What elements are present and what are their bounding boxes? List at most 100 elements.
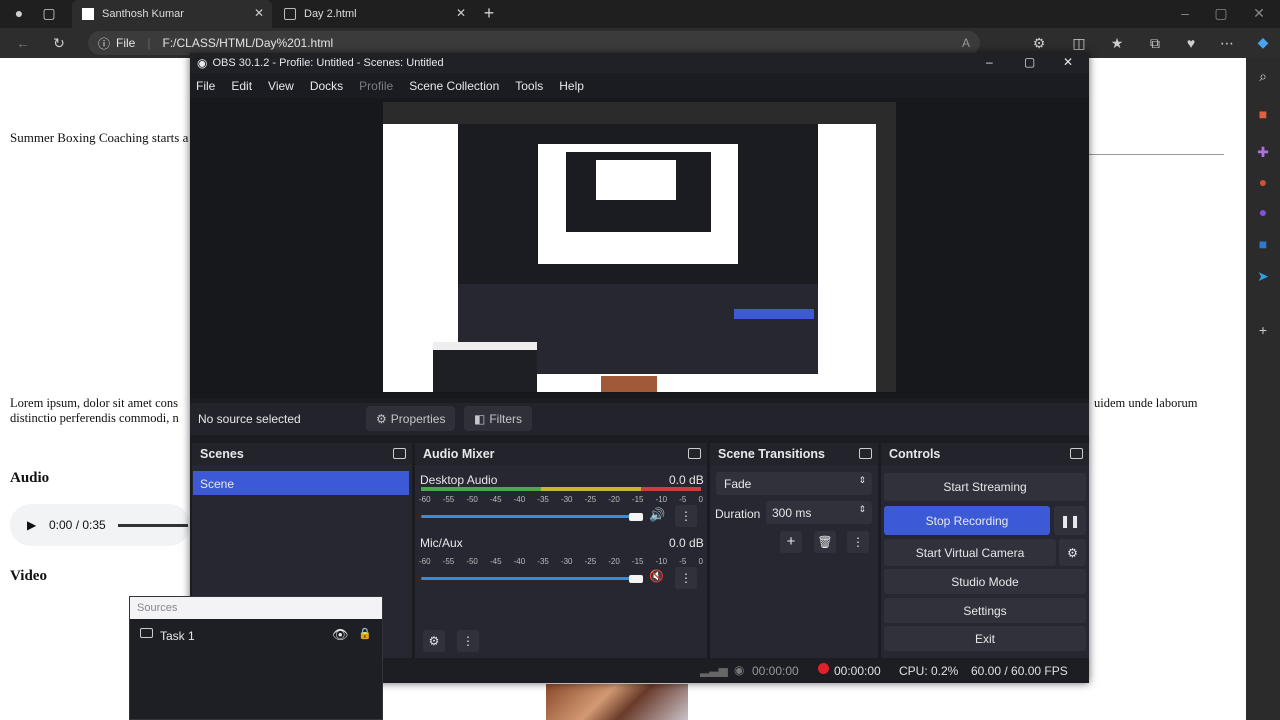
- url-text[interactable]: F:/CLASS/HTML/Day%201.html: [162, 36, 333, 50]
- favorites-icon[interactable]: ★: [1108, 35, 1126, 51]
- record-time: 00:00:00: [834, 664, 881, 678]
- add-icon[interactable]: +: [1254, 322, 1272, 338]
- duration-label: Duration: [715, 507, 761, 521]
- more-options-icon[interactable]: ⋮: [675, 567, 697, 589]
- info-icon[interactable]: ⓘ: [98, 35, 110, 52]
- send-icon[interactable]: ➤: [1254, 268, 1272, 284]
- menu-edit[interactable]: Edit: [231, 79, 252, 93]
- dock-float-icon[interactable]: [859, 448, 872, 459]
- menu-scene-collection[interactable]: Scene Collection: [409, 79, 499, 93]
- more-options-icon[interactable]: ⋮: [675, 505, 697, 527]
- source-name: Task 1: [160, 629, 195, 643]
- back-icon[interactable]: ←: [14, 35, 32, 51]
- scene-item[interactable]: Scene: [193, 471, 409, 495]
- video-heading: Video: [10, 568, 47, 584]
- filters-button[interactable]: ◧ Filters: [464, 406, 533, 431]
- copilot-icon[interactable]: ◆: [1254, 34, 1272, 50]
- audio-heading: Audio: [10, 470, 50, 486]
- virtual-camera-gear-icon[interactable]: ⚙: [1059, 539, 1086, 566]
- collections-icon[interactable]: ⧉: [1146, 35, 1164, 51]
- menu-profile[interactable]: Profile: [359, 79, 393, 93]
- audio-player[interactable]: ▶ 0:00 / 0:35: [10, 504, 190, 546]
- more-menu-icon[interactable]: ⋯: [1218, 35, 1236, 51]
- extensions-icon[interactable]: ⚙: [1030, 35, 1048, 51]
- mixer-menu-icon[interactable]: ⋮: [457, 630, 479, 652]
- dock-title: Sources: [130, 597, 382, 619]
- stream-icon: ◉: [734, 663, 745, 677]
- advanced-audio-gear-icon[interactable]: ⚙: [423, 630, 445, 652]
- properties-button[interactable]: ⚙ Properties: [366, 406, 456, 431]
- duration-spinbox[interactable]: 300 ms ⇕: [766, 501, 872, 524]
- transition-menu-icon[interactable]: ⋮: [847, 531, 869, 553]
- obs-logo-icon: ◉: [197, 56, 208, 70]
- start-virtual-camera-button[interactable]: Start Virtual Camera: [884, 539, 1056, 566]
- address-bar[interactable]: ⓘ File | F:/CLASS/HTML/Day%201.html A: [88, 31, 980, 55]
- no-source-label: No source selected: [198, 412, 301, 426]
- volume-slider[interactable]: [421, 515, 639, 518]
- slider-handle[interactable]: [629, 575, 643, 583]
- new-tab-icon[interactable]: +: [480, 4, 498, 22]
- record-icon: [818, 663, 829, 674]
- refresh-icon[interactable]: ↻: [50, 35, 68, 51]
- settings-button[interactable]: Settings: [884, 598, 1086, 623]
- lock-icon[interactable]: 🔒: [358, 627, 372, 640]
- stop-recording-button[interactable]: Stop Recording: [884, 506, 1050, 535]
- tab-actions-icon[interactable]: ▢: [40, 5, 58, 21]
- display-capture-icon: [140, 628, 153, 638]
- audio-progress[interactable]: [118, 524, 188, 527]
- menu-file[interactable]: File: [196, 79, 215, 93]
- dock-float-icon[interactable]: [1070, 448, 1083, 459]
- speaker-icon[interactable]: 🔊: [649, 507, 665, 523]
- pause-icon[interactable]: ❚❚: [1054, 506, 1086, 535]
- read-aloud-icon[interactable]: A: [962, 36, 970, 50]
- minimize-icon[interactable]: –: [986, 55, 993, 69]
- meter-ticks: -60 -55 -50 -45 -40 -35 -30 -25 -20 -15 -10 -5 0: [419, 557, 703, 566]
- close-window-icon[interactable]: ✕: [1250, 5, 1268, 21]
- tab-title: Day 2.html: [304, 8, 357, 20]
- exit-button[interactable]: Exit: [884, 626, 1086, 651]
- close-icon[interactable]: ✕: [254, 6, 264, 20]
- shopping-icon[interactable]: ■: [1254, 106, 1272, 122]
- obs-title-bar: ◉ OBS 30.1.2 - Profile: Untitled - Scene…: [190, 53, 1089, 73]
- start-streaming-button[interactable]: Start Streaming: [884, 473, 1086, 501]
- outlook-icon[interactable]: ■: [1254, 236, 1272, 252]
- play-icon[interactable]: ▶: [27, 518, 36, 532]
- trash-icon[interactable]: 🗑: [814, 531, 836, 553]
- minimize-icon[interactable]: –: [1176, 5, 1194, 21]
- visibility-eye-icon[interactable]: 👁: [332, 627, 349, 643]
- performance-icon[interactable]: ♥: [1182, 35, 1200, 51]
- maximize-icon[interactable]: ▢: [1212, 5, 1230, 21]
- tab-day2[interactable]: Day 2.html ✕: [274, 0, 474, 28]
- search-icon[interactable]: ⌕: [1254, 68, 1272, 84]
- obs-window: ◉ OBS 30.1.2 - Profile: Untitled - Scene…: [190, 53, 1089, 683]
- dock-float-icon[interactable]: [688, 448, 701, 459]
- office-icon[interactable]: ●: [1254, 174, 1272, 190]
- dock-float-icon[interactable]: [393, 448, 406, 459]
- program-preview[interactable]: [383, 102, 896, 392]
- menu-view[interactable]: View: [268, 79, 294, 93]
- menu-tools[interactable]: Tools: [515, 79, 543, 93]
- menu-docks[interactable]: Docks: [310, 79, 343, 93]
- transition-select[interactable]: Fade ⇕: [716, 472, 872, 495]
- maximize-icon[interactable]: ▢: [1024, 55, 1035, 69]
- close-icon[interactable]: ✕: [1063, 55, 1073, 69]
- tools-icon[interactable]: ✚: [1254, 144, 1272, 160]
- document-icon: [284, 8, 296, 20]
- volume-slider[interactable]: [421, 577, 639, 580]
- browser-tab-bar: ● ▢ Santhosh Kumar ✕ Day 2.html ✕ + – ▢ …: [0, 0, 1280, 28]
- studio-mode-button[interactable]: Studio Mode: [884, 569, 1086, 594]
- menu-help[interactable]: Help: [559, 79, 584, 93]
- profile-avatar-icon[interactable]: ●: [10, 5, 28, 21]
- tab-title: Santhosh Kumar: [102, 8, 184, 20]
- split-screen-icon[interactable]: ◫: [1070, 35, 1088, 51]
- source-item[interactable]: Task 1 👁 🔒: [130, 625, 382, 647]
- copilot-side-icon[interactable]: ●: [1254, 204, 1272, 220]
- muted-speaker-icon[interactable]: 🔇: [649, 569, 664, 583]
- slider-handle[interactable]: [629, 513, 643, 521]
- close-icon[interactable]: ✕: [456, 6, 466, 20]
- add-transition-icon[interactable]: +: [780, 531, 802, 553]
- lorem-text-right: uidem unde laborum: [1094, 396, 1198, 410]
- channel-name: Desktop Audio: [420, 473, 498, 487]
- chevron-updown-icon: ⇕: [858, 475, 866, 485]
- tab-santhosh-kumar[interactable]: Santhosh Kumar ✕: [72, 0, 272, 28]
